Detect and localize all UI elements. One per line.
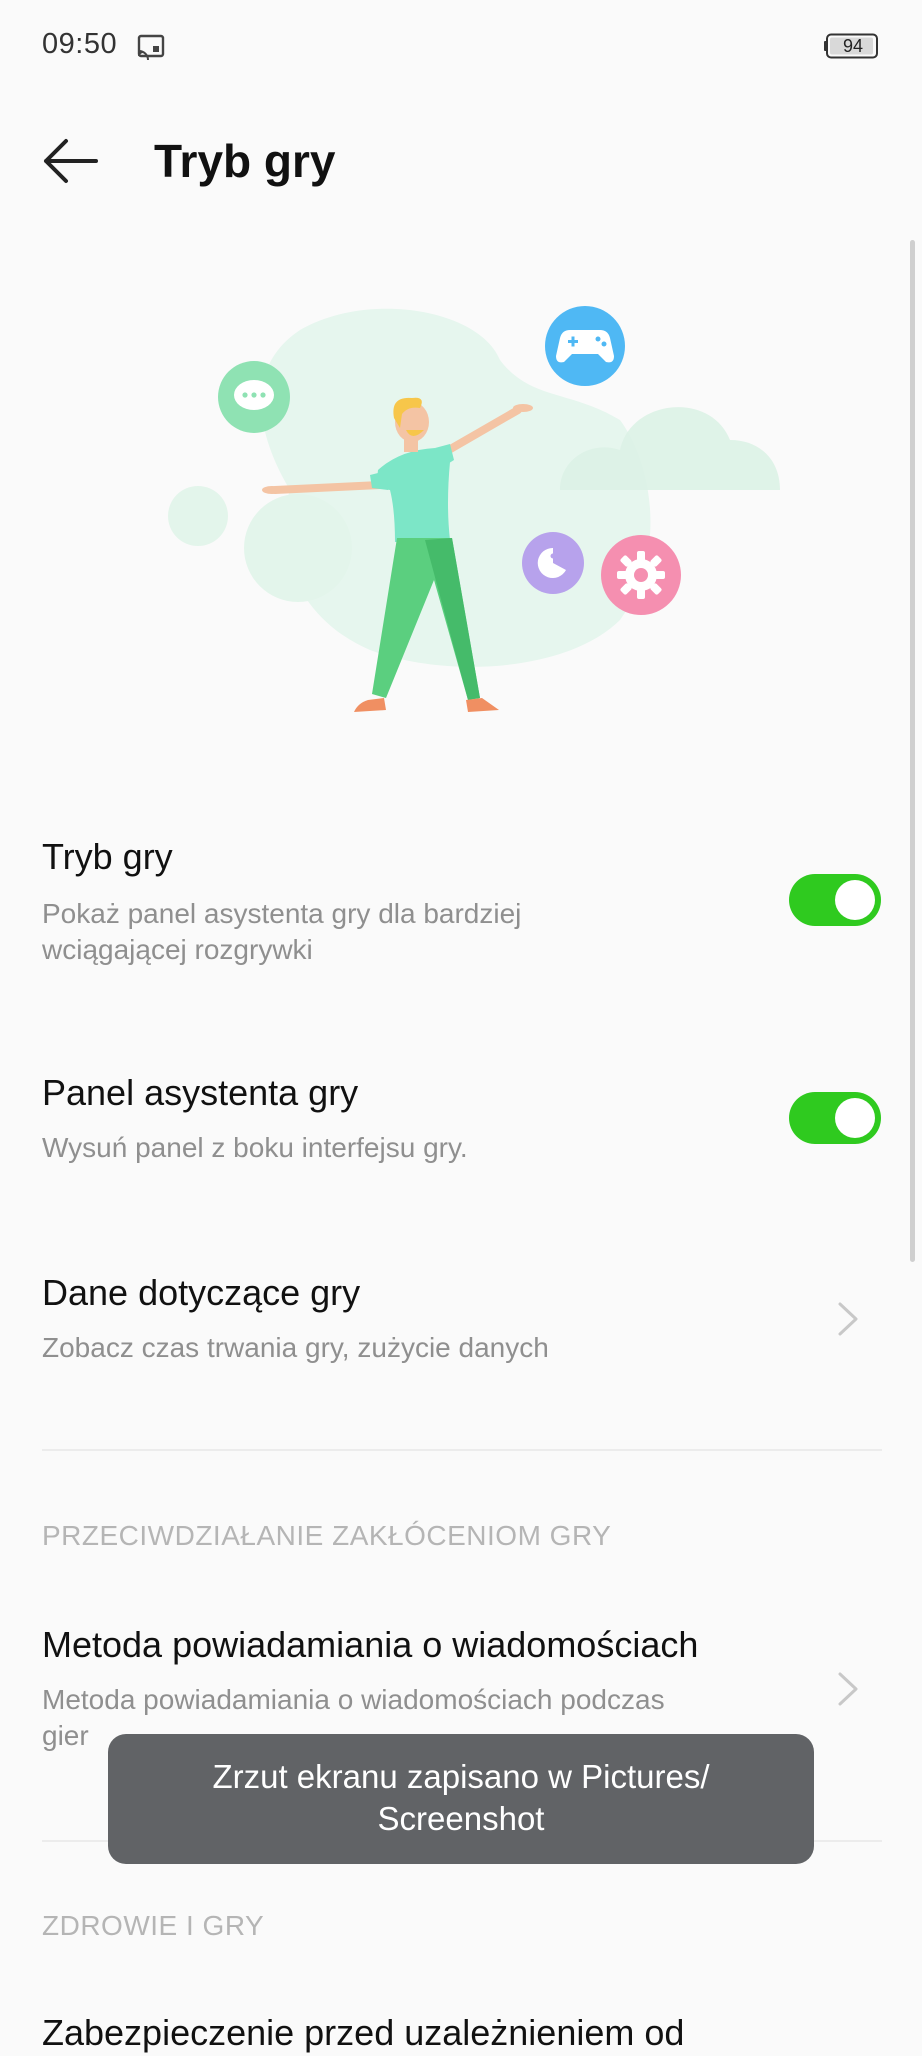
status-bar: 09:50 94	[0, 0, 922, 100]
assistant-panel-subtitle: Wysuń panel z boku interfejsu gry.	[42, 1132, 468, 1163]
divider	[42, 1449, 882, 1451]
assistant-panel-title: Panel asystenta gry	[42, 1072, 359, 1113]
assistant-panel-row: Panel asystenta gry Wysuń panel z boku i…	[0, 1056, 922, 1196]
addiction-protection-row[interactable]: Zabezpieczenie przed uzależnieniem od	[0, 1996, 922, 2056]
section-header-interference: PRZECIWDZIAŁANIE ZAKŁÓCENIOM GRY	[42, 1520, 612, 1551]
game-mode-subtitle-line1: Pokaż panel asystenta gry dla bardziej	[42, 898, 522, 929]
scrollbar[interactable]	[910, 240, 915, 1262]
game-mode-row: Tryb gry Pokaż panel asystenta gry dla b…	[0, 820, 922, 1000]
chevron-right-icon	[838, 1672, 858, 1706]
game-mode-subtitle-line2: wciągającej rozgrywki	[42, 934, 313, 965]
notification-method-title: Metoda powiadamiania o wiadomościach	[42, 1624, 699, 1665]
battery-level: 94	[842, 36, 864, 56]
game-mode-title: Tryb gry	[42, 836, 173, 877]
assistant-panel-toggle[interactable]	[789, 1092, 881, 1144]
toast-line2: Screenshot	[377, 1800, 545, 1837]
toggle-knob	[835, 880, 875, 920]
battery-icon: 94	[824, 33, 880, 59]
game-data-row[interactable]: Dane dotyczące gry Zobacz czas trwania g…	[0, 1256, 922, 1396]
status-time: 09:50	[42, 28, 118, 60]
game-data-title: Dane dotyczące gry	[42, 1272, 361, 1313]
cast-icon	[137, 34, 165, 60]
game-mode-illustration	[168, 306, 780, 712]
notification-method-subtitle-line1: Metoda powiadamiania o wiadomościach pod…	[42, 1684, 665, 1715]
chevron-right-icon	[838, 1302, 858, 1336]
toast-line1: Zrzut ekranu zapisano w Pictures/	[212, 1758, 710, 1795]
section-header-health: ZDROWIE I GRY	[42, 1910, 265, 1941]
toggle-knob	[835, 1098, 875, 1138]
game-data-subtitle: Zobacz czas trwania gry, zużycie danych	[42, 1332, 549, 1363]
back-arrow-icon[interactable]	[40, 135, 104, 187]
game-mode-toggle[interactable]	[789, 874, 881, 926]
toast-message: Zrzut ekranu zapisano w Pictures/ Screen…	[128, 1756, 794, 1840]
screenshot-toast: Zrzut ekranu zapisano w Pictures/ Screen…	[108, 1734, 814, 1864]
page-title: Tryb gry	[154, 135, 336, 187]
notification-method-subtitle-line2: gier	[42, 1720, 89, 1751]
